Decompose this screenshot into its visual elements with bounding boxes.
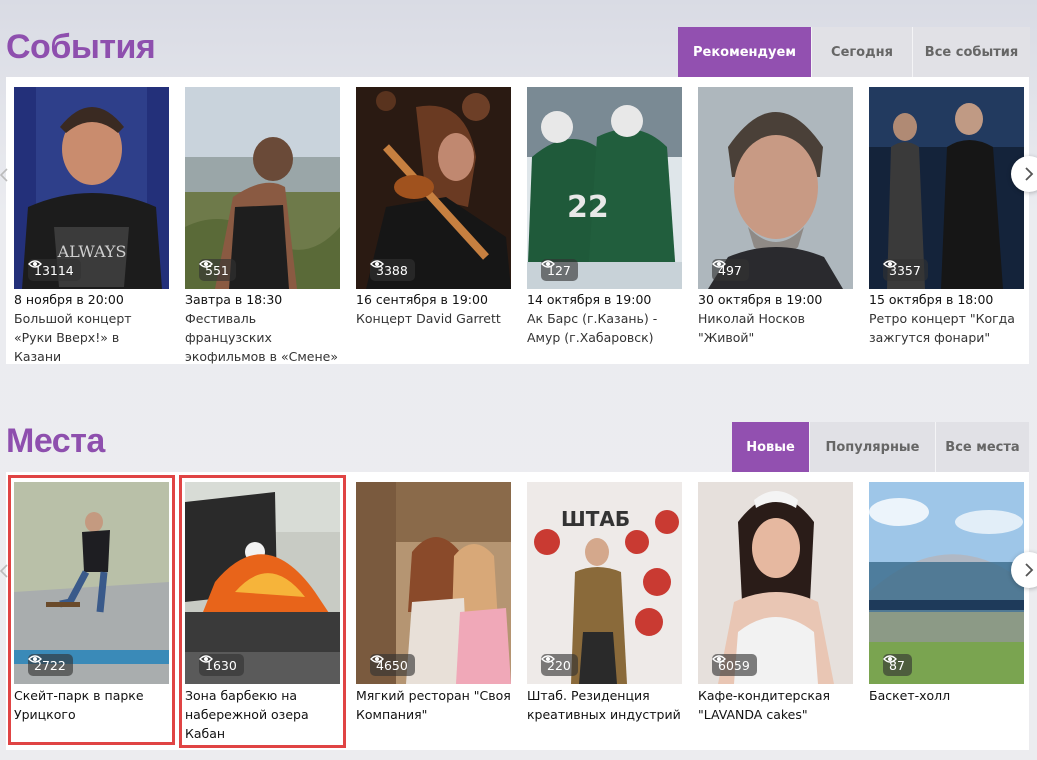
event-image[interactable]: 3388 <box>356 87 511 289</box>
views-badge: 13114 <box>28 259 81 281</box>
places-title: Места <box>6 422 105 460</box>
event-image[interactable]: ALWAYS 13114 <box>14 87 169 289</box>
place-image[interactable]: 2722 <box>14 482 169 684</box>
place-image[interactable]: 6059 <box>698 482 853 684</box>
chevron-right-icon <box>1025 167 1034 181</box>
eye-icon <box>883 655 897 663</box>
event-card[interactable]: 3357 15 октября в 18:00 Ретро концерт "К… <box>869 87 1024 347</box>
chevron-right-icon <box>1025 563 1034 577</box>
event-date: 16 сентября в 19:00 <box>356 292 488 307</box>
views-badge: 4650 <box>370 654 415 676</box>
views-badge: 551 <box>199 259 236 281</box>
place-image[interactable]: 1630 <box>185 482 340 684</box>
svg-text:ШТАБ: ШТАБ <box>561 507 630 531</box>
place-card[interactable]: 87 Баскет-холл <box>869 482 1024 705</box>
event-title[interactable]: Фестиваль французских экофильмов в «Смен… <box>185 309 340 366</box>
views-badge: 3357 <box>883 259 928 281</box>
views-badge: 2722 <box>28 654 73 676</box>
place-title[interactable]: Зона барбекю на набережной озера Кабан <box>185 686 340 743</box>
eye-icon <box>712 655 726 663</box>
event-title[interactable]: Ретро концерт "Когда зажгутся фонари" <box>869 309 1024 347</box>
event-image[interactable]: 497 <box>698 87 853 289</box>
views-badge: 87 <box>883 654 912 676</box>
event-card[interactable]: 551 Завтра в 18:30 Фестиваль французских… <box>185 87 340 366</box>
views-badge: 6059 <box>712 654 757 676</box>
event-title[interactable]: Николай Носков "Живой" <box>698 309 853 347</box>
places-section: Места Новые Популярные Все места 2722 Ск… <box>0 410 1037 760</box>
eye-icon <box>541 260 555 268</box>
places-carousel: 2722 Скейт-парк в парке Урицкого 1630 Зо… <box>6 472 1029 750</box>
events-section: События Рекомендуем Сегодня Все события … <box>0 0 1037 370</box>
event-title[interactable]: Ак Барс (г.Казань) - Амур (г.Хабаровск) <box>527 309 682 347</box>
event-date: 14 октября в 19:00 <box>527 292 652 307</box>
tab-today[interactable]: Сегодня <box>811 27 912 77</box>
place-image[interactable]: 4650 <box>356 482 511 684</box>
place-title[interactable]: Баскет-холл <box>869 686 1024 705</box>
event-title[interactable]: Большой концерт «Руки Вверх!» в Казани <box>14 309 169 366</box>
eye-icon <box>370 260 384 268</box>
eye-icon <box>199 260 213 268</box>
views-badge: 497 <box>712 259 749 281</box>
event-date: 8 ноября в 20:00 <box>14 292 124 307</box>
event-date: 15 октября в 18:00 <box>869 292 994 307</box>
chevron-left-icon <box>0 564 8 578</box>
place-card[interactable]: 6059 Кафе-кондитерская "LAVANDA cakes" <box>698 482 853 724</box>
event-image[interactable]: 551 <box>185 87 340 289</box>
place-image[interactable]: 87 <box>869 482 1024 684</box>
place-card[interactable]: ШТАБ 220 Штаб. Резиденция креативных инд… <box>527 482 682 724</box>
place-title[interactable]: Скейт-парк в парке Урицкого <box>14 686 169 724</box>
event-card[interactable]: 3388 16 сентября в 19:00 Концерт David G… <box>356 87 511 328</box>
eye-icon <box>28 260 42 268</box>
svg-text:22: 22 <box>567 190 609 225</box>
tab-new[interactable]: Новые <box>732 422 809 472</box>
events-prev-button[interactable] <box>0 160 12 190</box>
event-image[interactable]: 3357 <box>869 87 1024 289</box>
tab-all-events[interactable]: Все события <box>912 27 1030 77</box>
place-card[interactable]: 1630 Зона барбекю на набережной озера Ка… <box>185 482 340 743</box>
place-card[interactable]: 2722 Скейт-парк в парке Урицкого <box>14 482 169 724</box>
event-card[interactable]: 497 30 октября в 19:00 Николай Носков "Ж… <box>698 87 853 347</box>
places-prev-button[interactable] <box>0 556 12 586</box>
place-title[interactable]: Кафе-кондитерская "LAVANDA cakes" <box>698 686 853 724</box>
views-badge: 220 <box>541 654 578 676</box>
event-image[interactable]: 22 127 <box>527 87 682 289</box>
eye-icon <box>370 655 384 663</box>
event-date: 30 октября в 19:00 <box>698 292 823 307</box>
chevron-left-icon <box>0 168 8 182</box>
tab-all-places[interactable]: Все места <box>935 422 1029 472</box>
views-badge: 3388 <box>370 259 415 281</box>
eye-icon <box>28 655 42 663</box>
views-badge: 1630 <box>199 654 244 676</box>
event-date: Завтра в 18:30 <box>185 292 283 307</box>
events-tabs: Рекомендуем Сегодня Все события <box>678 27 1030 77</box>
eye-icon <box>712 260 726 268</box>
place-title[interactable]: Штаб. Резиденция креативных индустрий <box>527 686 682 724</box>
place-title[interactable]: Мягкий ресторан "Своя Компания" <box>356 686 511 724</box>
place-image[interactable]: ШТАБ 220 <box>527 482 682 684</box>
event-title[interactable]: Концерт David Garrett <box>356 309 511 328</box>
tab-recommended[interactable]: Рекомендуем <box>678 27 811 77</box>
events-carousel: ALWAYS 13114 8 ноября в 20:00 Большой ко… <box>6 77 1029 364</box>
eye-icon <box>199 655 213 663</box>
event-card[interactable]: ALWAYS 13114 8 ноября в 20:00 Большой ко… <box>14 87 169 366</box>
events-title: События <box>6 28 156 66</box>
tab-popular[interactable]: Популярные <box>809 422 935 472</box>
eye-icon <box>883 260 897 268</box>
place-card[interactable]: 4650 Мягкий ресторан "Своя Компания" <box>356 482 511 724</box>
eye-icon <box>541 655 555 663</box>
event-card[interactable]: 22 127 14 октября в 19:00 Ак Барс (г.Каз… <box>527 87 682 347</box>
views-badge: 127 <box>541 259 578 281</box>
places-tabs: Новые Популярные Все места <box>732 422 1029 472</box>
